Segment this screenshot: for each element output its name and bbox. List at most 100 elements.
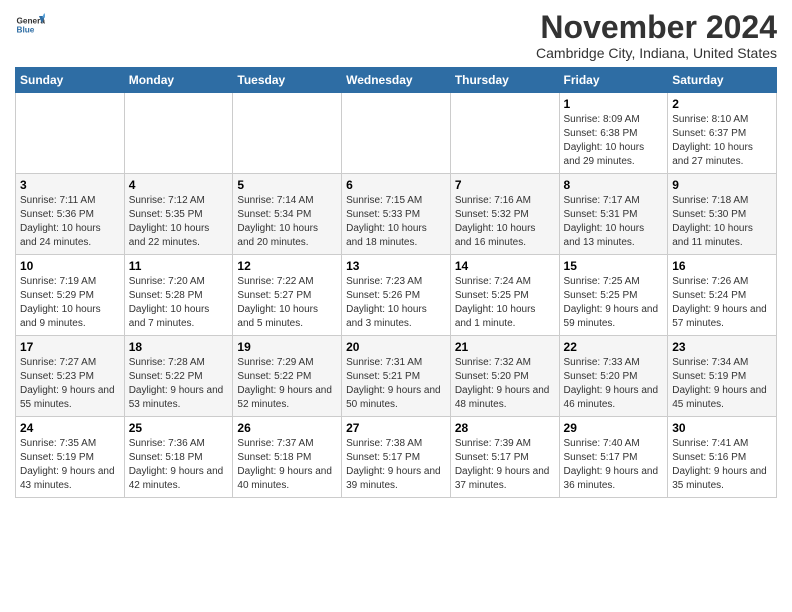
day-number: 5 (237, 178, 337, 192)
calendar-cell: 27 Sunrise: 7:38 AM Sunset: 5:17 PM Dayli… (342, 417, 451, 498)
day-number: 3 (20, 178, 120, 192)
day-number: 22 (564, 340, 664, 354)
day-info: Sunrise: 7:38 AM Sunset: 5:17 PM Dayligh… (346, 437, 446, 493)
day-number: 7 (455, 178, 555, 192)
day-info: Sunrise: 7:16 AM Sunset: 5:32 PM Dayligh… (455, 194, 555, 250)
calendar-cell: 17Sunrise: 7:27 AM Sunset: 5:23 PM Dayli… (16, 336, 125, 417)
title-area: November 2024 Cambridge City, Indiana, U… (536, 10, 777, 61)
day-info: Sunrise: 8:10 AM Sunset: 6:37 PM Dayligh… (672, 113, 772, 169)
calendar-cell: 22 Sunrise: 7:33 AM Sunset: 5:20 PM Dayli… (559, 336, 668, 417)
day-number: 4 (129, 178, 229, 192)
day-number: 14 (455, 259, 555, 273)
day-info: Sunrise: 7:35 AM Sunset: 5:19 PM Dayligh… (20, 437, 120, 493)
calendar-cell (124, 93, 233, 174)
svg-text:Blue: Blue (17, 26, 35, 35)
day-number: 23 (672, 340, 772, 354)
calendar-cell (233, 93, 342, 174)
logo-icon: General Blue (15, 10, 45, 40)
day-info: Sunrise: 7:23 AM Sunset: 5:26 PM Dayligh… (346, 275, 446, 331)
day-number: 25 (129, 421, 229, 435)
calendar-cell: 14 Sunrise: 7:24 AM Sunset: 5:25 PM Dayli… (450, 255, 559, 336)
day-number: 9 (672, 178, 772, 192)
calendar-cell: 30Sunrise: 7:41 AM Sunset: 5:16 PM Dayli… (668, 417, 777, 498)
calendar-cell: 10 Sunrise: 7:19 AM Sunset: 5:29 PM Dayli… (16, 255, 125, 336)
day-info: Sunrise: 7:26 AM Sunset: 5:24 PM Dayligh… (672, 275, 772, 331)
calendar-table: SundayMondayTuesdayWednesdayThursdayFrid… (15, 67, 777, 498)
day-number: 18 (129, 340, 229, 354)
calendar-cell: 15 Sunrise: 7:25 AM Sunset: 5:25 PM Dayli… (559, 255, 668, 336)
calendar-cell: 29Sunrise: 7:40 AM Sunset: 5:17 PM Dayli… (559, 417, 668, 498)
day-number: 26 (237, 421, 337, 435)
day-info: Sunrise: 7:31 AM Sunset: 5:21 PM Dayligh… (346, 356, 446, 412)
calendar-cell: 28Sunrise: 7:39 AM Sunset: 5:17 PM Dayli… (450, 417, 559, 498)
day-info: Sunrise: 7:37 AM Sunset: 5:18 PM Dayligh… (237, 437, 337, 493)
day-info: Sunrise: 7:28 AM Sunset: 5:22 PM Dayligh… (129, 356, 229, 412)
day-info: Sunrise: 7:15 AM Sunset: 5:33 PM Dayligh… (346, 194, 446, 250)
page-subtitle: Cambridge City, Indiana, United States (536, 45, 777, 61)
day-info: Sunrise: 7:24 AM Sunset: 5:25 PM Dayligh… (455, 275, 555, 331)
calendar-cell: 6Sunrise: 7:15 AM Sunset: 5:33 PM Daylig… (342, 174, 451, 255)
header-day-saturday: Saturday (668, 68, 777, 93)
day-info: Sunrise: 7:33 AM Sunset: 5:20 PM Dayligh… (564, 356, 664, 412)
calendar-cell: 12 Sunrise: 7:22 AM Sunset: 5:27 PM Dayli… (233, 255, 342, 336)
calendar-cell: 18 Sunrise: 7:28 AM Sunset: 5:22 PM Dayli… (124, 336, 233, 417)
day-number: 13 (346, 259, 446, 273)
day-number: 27 (346, 421, 446, 435)
day-info: Sunrise: 7:29 AM Sunset: 5:22 PM Dayligh… (237, 356, 337, 412)
day-number: 1 (564, 97, 664, 111)
calendar-cell: 26 Sunrise: 7:37 AM Sunset: 5:18 PM Dayli… (233, 417, 342, 498)
header-day-wednesday: Wednesday (342, 68, 451, 93)
day-info: Sunrise: 7:27 AM Sunset: 5:23 PM Dayligh… (20, 356, 120, 412)
day-info: Sunrise: 7:20 AM Sunset: 5:28 PM Dayligh… (129, 275, 229, 331)
header: General Blue November 2024 Cambridge Cit… (15, 10, 777, 61)
day-number: 16 (672, 259, 772, 273)
calendar-cell: 7 Sunrise: 7:16 AM Sunset: 5:32 PM Daylig… (450, 174, 559, 255)
calendar-cell: 24Sunrise: 7:35 AM Sunset: 5:19 PM Dayli… (16, 417, 125, 498)
calendar-cell: 2 Sunrise: 8:10 AM Sunset: 6:37 PM Daylig… (668, 93, 777, 174)
day-info: Sunrise: 7:14 AM Sunset: 5:34 PM Dayligh… (237, 194, 337, 250)
day-info: Sunrise: 7:25 AM Sunset: 5:25 PM Dayligh… (564, 275, 664, 331)
day-info: Sunrise: 7:34 AM Sunset: 5:19 PM Dayligh… (672, 356, 772, 412)
day-info: Sunrise: 7:12 AM Sunset: 5:35 PM Dayligh… (129, 194, 229, 250)
week-row-1: 1 Sunrise: 8:09 AM Sunset: 6:38 PM Daylig… (16, 93, 777, 174)
day-info: Sunrise: 8:09 AM Sunset: 6:38 PM Dayligh… (564, 113, 664, 169)
calendar-cell (16, 93, 125, 174)
day-info: Sunrise: 7:32 AM Sunset: 5:20 PM Dayligh… (455, 356, 555, 412)
calendar-cell: 4 Sunrise: 7:12 AM Sunset: 5:35 PM Daylig… (124, 174, 233, 255)
header-day-sunday: Sunday (16, 68, 125, 93)
day-info: Sunrise: 7:36 AM Sunset: 5:18 PM Dayligh… (129, 437, 229, 493)
calendar-cell: 8Sunrise: 7:17 AM Sunset: 5:31 PM Daylig… (559, 174, 668, 255)
logo: General Blue (15, 10, 45, 40)
day-number: 10 (20, 259, 120, 273)
week-row-4: 17Sunrise: 7:27 AM Sunset: 5:23 PM Dayli… (16, 336, 777, 417)
header-day-monday: Monday (124, 68, 233, 93)
day-number: 20 (346, 340, 446, 354)
day-number: 12 (237, 259, 337, 273)
day-number: 21 (455, 340, 555, 354)
calendar-cell (342, 93, 451, 174)
calendar-cell: 25 Sunrise: 7:36 AM Sunset: 5:18 PM Dayli… (124, 417, 233, 498)
week-row-5: 24Sunrise: 7:35 AM Sunset: 5:19 PM Dayli… (16, 417, 777, 498)
day-number: 15 (564, 259, 664, 273)
day-number: 30 (672, 421, 772, 435)
calendar-cell: 20 Sunrise: 7:31 AM Sunset: 5:21 PM Dayli… (342, 336, 451, 417)
week-row-3: 10 Sunrise: 7:19 AM Sunset: 5:29 PM Dayli… (16, 255, 777, 336)
calendar-cell: 21 Sunrise: 7:32 AM Sunset: 5:20 PM Dayli… (450, 336, 559, 417)
day-number: 8 (564, 178, 664, 192)
calendar-cell: 1 Sunrise: 8:09 AM Sunset: 6:38 PM Daylig… (559, 93, 668, 174)
header-day-tuesday: Tuesday (233, 68, 342, 93)
calendar-cell: 19Sunrise: 7:29 AM Sunset: 5:22 PM Dayli… (233, 336, 342, 417)
calendar-body: 1 Sunrise: 8:09 AM Sunset: 6:38 PM Daylig… (16, 93, 777, 498)
day-number: 2 (672, 97, 772, 111)
day-info: Sunrise: 7:11 AM Sunset: 5:36 PM Dayligh… (20, 194, 120, 250)
day-info: Sunrise: 7:19 AM Sunset: 5:29 PM Dayligh… (20, 275, 120, 331)
calendar-cell: 23 Sunrise: 7:34 AM Sunset: 5:19 PM Dayli… (668, 336, 777, 417)
calendar-cell: 13 Sunrise: 7:23 AM Sunset: 5:26 PM Dayli… (342, 255, 451, 336)
week-row-2: 3 Sunrise: 7:11 AM Sunset: 5:36 PM Daylig… (16, 174, 777, 255)
day-info: Sunrise: 7:22 AM Sunset: 5:27 PM Dayligh… (237, 275, 337, 331)
day-number: 29 (564, 421, 664, 435)
day-number: 28 (455, 421, 555, 435)
calendar-cell: 5 Sunrise: 7:14 AM Sunset: 5:34 PM Daylig… (233, 174, 342, 255)
calendar-cell: 3 Sunrise: 7:11 AM Sunset: 5:36 PM Daylig… (16, 174, 125, 255)
header-row: SundayMondayTuesdayWednesdayThursdayFrid… (16, 68, 777, 93)
